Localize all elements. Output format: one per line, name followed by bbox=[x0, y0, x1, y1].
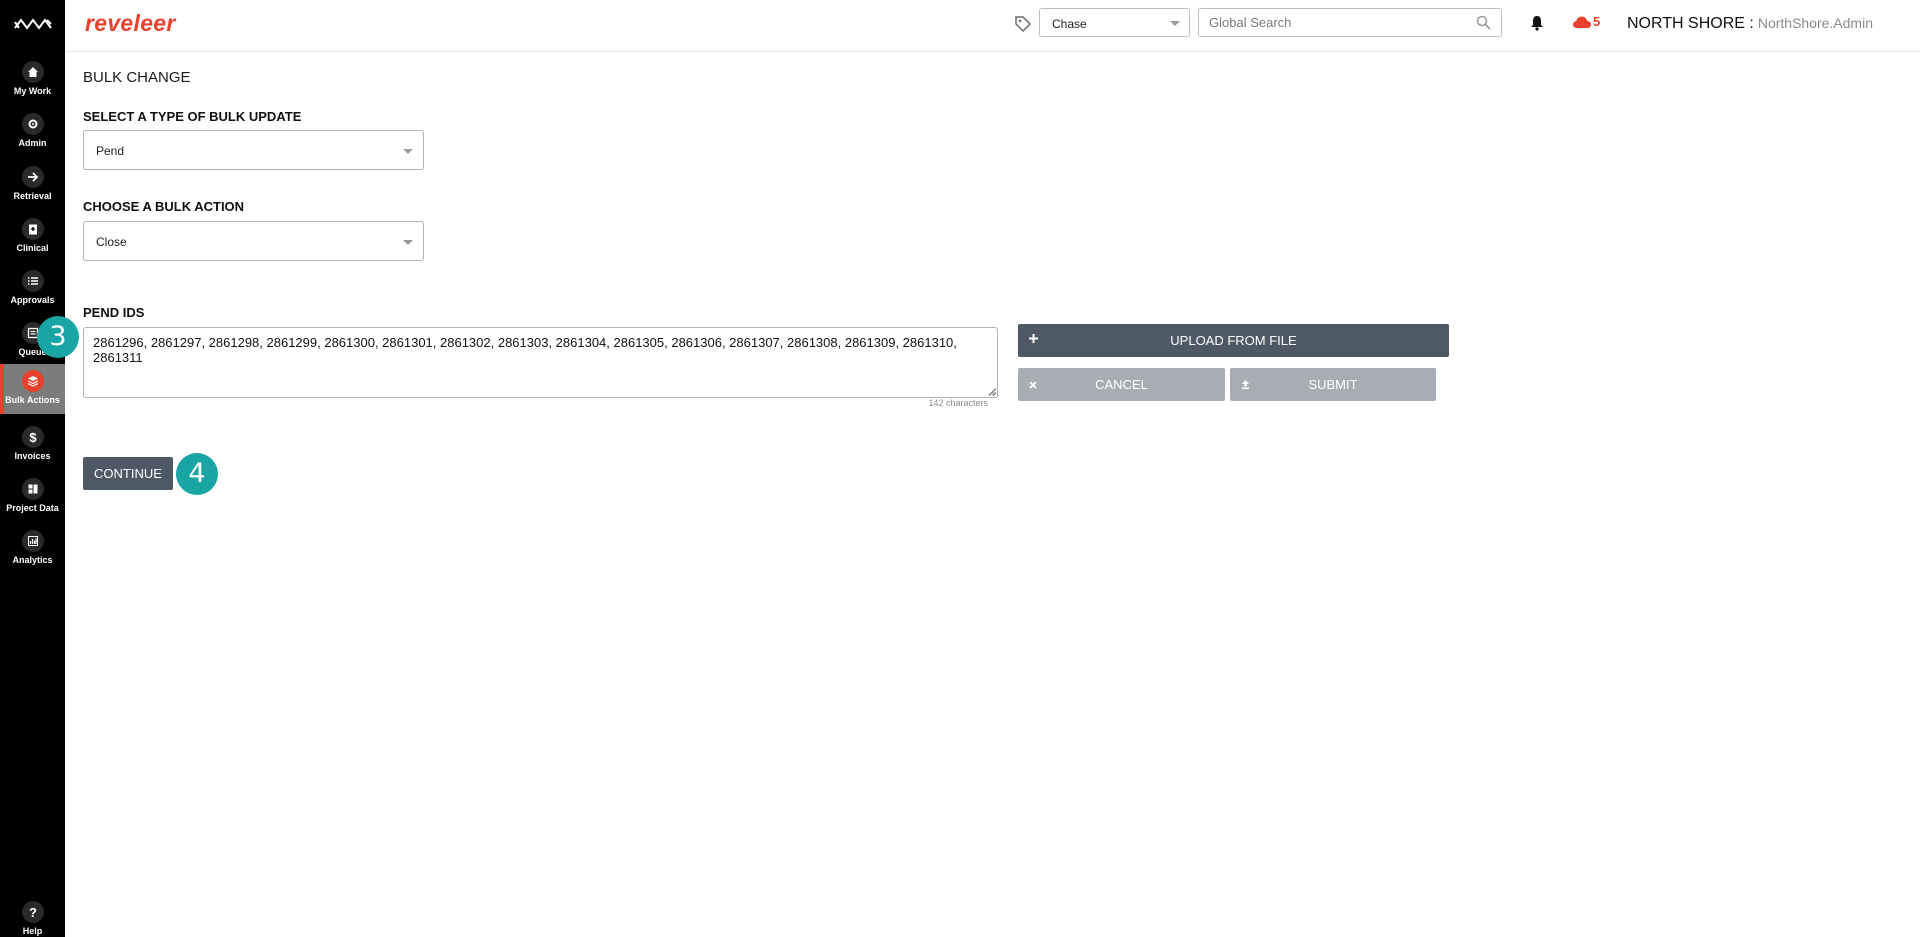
continue-label: CONTINUE bbox=[94, 466, 162, 481]
close-icon bbox=[1029, 381, 1037, 389]
folder-icon bbox=[22, 478, 44, 500]
pend-ids-label: PEND IDS bbox=[83, 305, 145, 320]
step-badge-3: 3 bbox=[37, 316, 79, 358]
entity-type-value: Chase bbox=[1052, 17, 1087, 31]
app-logo-icon[interactable] bbox=[13, 14, 53, 34]
sidebar-item-clinical[interactable]: Clinical bbox=[0, 212, 65, 262]
submit-button[interactable]: SUBMIT bbox=[1230, 368, 1436, 401]
step-badge-4: 4 bbox=[176, 453, 218, 495]
home-icon bbox=[22, 61, 44, 83]
sidebar: My Work Admin Retrieval Clinical Approva… bbox=[0, 0, 65, 937]
sidebar-item-label: Bulk Actions bbox=[5, 395, 60, 405]
cloud-notifications[interactable]: 5 bbox=[1572, 14, 1600, 29]
sidebar-item-label: Admin bbox=[18, 138, 47, 148]
sidebar-item-admin[interactable]: Admin bbox=[0, 107, 65, 157]
layers-icon bbox=[22, 370, 44, 392]
bell-icon[interactable] bbox=[1530, 15, 1544, 31]
bulk-action-label: CHOOSE A BULK ACTION bbox=[83, 199, 245, 214]
page-title: BULK CHANGE bbox=[83, 69, 191, 86]
character-count: 142 characters bbox=[928, 398, 988, 408]
org-user-display: NORTH SHORE : NorthShore.Admin bbox=[1627, 15, 1873, 33]
global-search-input[interactable] bbox=[1199, 9, 1459, 35]
upload-label: UPLOAD FROM FILE bbox=[1170, 333, 1297, 348]
global-search[interactable] bbox=[1198, 8, 1502, 37]
sidebar-item-analytics[interactable]: Analytics bbox=[0, 524, 65, 574]
bulk-update-type-select[interactable]: Pend bbox=[83, 130, 424, 170]
sidebar-item-help[interactable]: ? Help bbox=[0, 895, 65, 937]
sidebar-item-approvals[interactable]: Approvals bbox=[0, 264, 65, 314]
gear-icon bbox=[22, 113, 44, 135]
clipboard-icon bbox=[22, 218, 44, 240]
list-icon bbox=[22, 270, 44, 292]
bulk-action-value: Close bbox=[96, 235, 127, 249]
upload-from-file-button[interactable]: UPLOAD FROM FILE bbox=[1018, 324, 1449, 357]
sidebar-item-label: Clinical bbox=[16, 243, 49, 253]
chevron-down-icon bbox=[1170, 21, 1180, 26]
resize-grip-icon[interactable] bbox=[988, 388, 996, 396]
sidebar-item-invoices[interactable]: $ Invoices bbox=[0, 420, 65, 470]
chevron-down-icon bbox=[403, 149, 413, 154]
entity-type-select[interactable]: Chase bbox=[1039, 8, 1190, 37]
sidebar-item-label: Help bbox=[22, 926, 43, 936]
plus-icon bbox=[1029, 334, 1038, 343]
sidebar-item-label: My Work bbox=[13, 86, 52, 96]
chart-icon bbox=[22, 530, 44, 552]
org-name: NORTH SHORE : bbox=[1627, 15, 1754, 32]
sidebar-item-my-work[interactable]: My Work bbox=[0, 55, 65, 105]
top-bar: reveleer Chase 5 NORTH SHORE :NorthShore… bbox=[65, 0, 1920, 52]
search-icon[interactable] bbox=[1476, 15, 1491, 30]
cloud-icon bbox=[1573, 16, 1591, 28]
help-icon: ? bbox=[22, 901, 44, 923]
sidebar-item-label: Approvals bbox=[10, 295, 55, 305]
pend-ids-textarea[interactable]: 2861296, 2861297, 2861298, 2861299, 2861… bbox=[83, 327, 998, 398]
sidebar-item-label: Retrieval bbox=[13, 191, 52, 201]
arrow-right-icon bbox=[22, 166, 44, 188]
sidebar-item-retrieval[interactable]: Retrieval bbox=[0, 160, 65, 210]
sidebar-item-bulk-actions[interactable]: Bulk Actions bbox=[0, 364, 65, 414]
chevron-down-icon bbox=[403, 240, 413, 245]
cancel-label: CANCEL bbox=[1095, 377, 1148, 392]
tag-icon bbox=[1015, 16, 1032, 33]
upload-icon bbox=[1242, 380, 1249, 390]
bulk-action-select[interactable]: Close bbox=[83, 221, 424, 261]
continue-button[interactable]: CONTINUE bbox=[83, 457, 173, 490]
user-name[interactable]: NorthShore.Admin bbox=[1758, 15, 1873, 31]
cancel-button[interactable]: CANCEL bbox=[1018, 368, 1225, 401]
sidebar-item-project-data[interactable]: Project Data bbox=[0, 472, 65, 522]
dollar-icon: $ bbox=[22, 426, 44, 448]
sidebar-item-label: Invoices bbox=[14, 451, 51, 461]
sidebar-item-label: Analytics bbox=[12, 555, 53, 565]
submit-label: SUBMIT bbox=[1308, 377, 1358, 392]
cloud-notification-count: 5 bbox=[1593, 14, 1601, 29]
sidebar-item-label: Project Data bbox=[6, 503, 59, 513]
brand-logo[interactable]: reveleer bbox=[85, 10, 176, 37]
bulk-update-type-value: Pend bbox=[96, 144, 125, 158]
bulk-update-type-label: SELECT A TYPE OF BULK UPDATE bbox=[83, 109, 302, 124]
